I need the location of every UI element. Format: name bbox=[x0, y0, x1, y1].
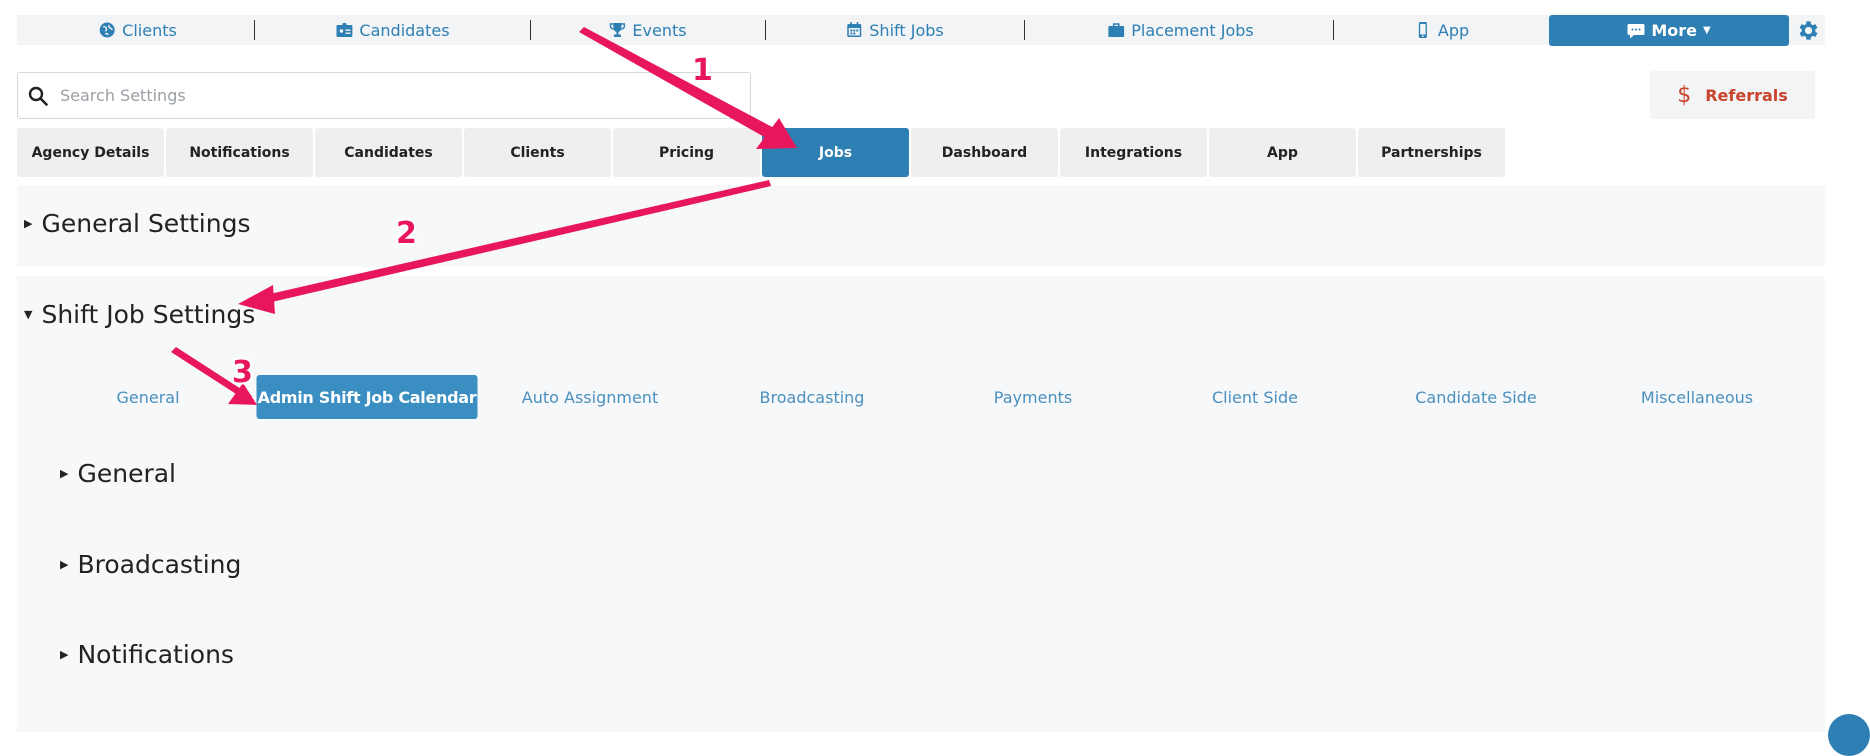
more-label: More bbox=[1651, 21, 1697, 40]
general-settings-title: General Settings bbox=[41, 209, 251, 238]
caret-down-icon: ▼ bbox=[24, 308, 33, 321]
dollar-icon: $ bbox=[1677, 82, 1692, 108]
help-widget-button[interactable] bbox=[1828, 714, 1870, 756]
caret-down-icon: ▼ bbox=[1702, 25, 1711, 36]
tab-integrations[interactable]: Integrations bbox=[1060, 128, 1207, 177]
step-number-2: 2 bbox=[396, 216, 417, 251]
tab-app[interactable]: App bbox=[1209, 128, 1356, 177]
search-bar[interactable] bbox=[17, 72, 751, 119]
nav-candidates-label: Candidates bbox=[359, 20, 450, 40]
mobile-phone-icon bbox=[1418, 22, 1427, 38]
nav-divider bbox=[530, 20, 531, 40]
caret-right-icon: ▶ bbox=[60, 558, 69, 571]
subsection-broadcasting-title: Broadcasting bbox=[77, 550, 242, 579]
more-dropdown-button[interactable]: More ▼ bbox=[1549, 15, 1789, 46]
trophy-icon bbox=[609, 23, 626, 37]
shift-job-settings-panel bbox=[17, 276, 1825, 732]
nav-divider bbox=[1024, 20, 1025, 40]
subtab-client-side[interactable]: Client Side bbox=[1212, 375, 1298, 419]
nav-clients-label: Clients bbox=[122, 20, 177, 40]
caret-right-icon: ▶ bbox=[60, 467, 69, 480]
subsection-general-title: General bbox=[77, 459, 176, 488]
subtab-candidate-side[interactable]: Candidate Side bbox=[1415, 375, 1536, 419]
caret-right-icon: ▶ bbox=[24, 217, 33, 230]
nav-divider bbox=[1333, 20, 1334, 40]
nav-shift-jobs-label: Shift Jobs bbox=[869, 20, 944, 40]
nav-placement-jobs-label: Placement Jobs bbox=[1131, 20, 1254, 40]
shift-job-settings-title: Shift Job Settings bbox=[41, 300, 256, 329]
step-number-1: 1 bbox=[692, 53, 713, 88]
tab-dashboard[interactable]: Dashboard bbox=[911, 128, 1058, 177]
search-input[interactable] bbox=[58, 85, 750, 106]
gear-icon[interactable] bbox=[1795, 18, 1820, 43]
subtab-miscellaneous[interactable]: Miscellaneous bbox=[1641, 375, 1753, 419]
chat-bubble-icon bbox=[1627, 23, 1645, 38]
subtab-broadcasting[interactable]: Broadcasting bbox=[760, 375, 865, 419]
search-icon bbox=[28, 86, 48, 106]
tab-partnerships[interactable]: Partnerships bbox=[1358, 128, 1505, 177]
nav-placement-jobs[interactable]: Placement Jobs bbox=[1108, 15, 1254, 45]
shift-job-settings-header[interactable]: ▼ Shift Job Settings bbox=[24, 300, 255, 329]
calendar-icon bbox=[847, 22, 862, 37]
subtab-admin-shift-job-calendar[interactable]: Admin Shift Job Calendar bbox=[256, 375, 478, 419]
step-number-3: 3 bbox=[232, 355, 253, 390]
nav-candidates[interactable]: Candidates bbox=[336, 15, 450, 45]
referrals-label: Referrals bbox=[1705, 85, 1788, 105]
nav-events-label: Events bbox=[632, 20, 687, 40]
general-settings-header[interactable]: ▶ General Settings bbox=[24, 209, 250, 238]
subtab-payments[interactable]: Payments bbox=[994, 375, 1072, 419]
tab-clients[interactable]: Clients bbox=[464, 128, 611, 177]
general-settings-panel bbox=[17, 185, 1825, 267]
subsection-notifications-header[interactable]: ▶ Notifications bbox=[60, 640, 234, 669]
referrals-button[interactable]: $ Referrals bbox=[1650, 71, 1815, 119]
nav-events[interactable]: Events bbox=[609, 15, 687, 45]
subsection-broadcasting-header[interactable]: ▶ Broadcasting bbox=[60, 550, 241, 579]
globe-icon bbox=[99, 22, 115, 38]
subsection-notifications-title: Notifications bbox=[77, 640, 234, 669]
nav-app[interactable]: App bbox=[1415, 15, 1469, 45]
subsection-general-header[interactable]: ▶ General bbox=[60, 459, 176, 488]
nav-divider bbox=[254, 20, 255, 40]
subtab-general[interactable]: General bbox=[116, 375, 179, 419]
caret-right-icon: ▶ bbox=[60, 648, 69, 661]
nav-clients[interactable]: Clients bbox=[99, 15, 177, 45]
id-card-icon bbox=[336, 23, 353, 37]
tab-notifications[interactable]: Notifications bbox=[166, 128, 313, 177]
shift-job-subtabs: General Admin Shift Job Calendar Auto As… bbox=[30, 375, 1870, 419]
settings-tabs: Agency Details Notifications Candidates … bbox=[17, 128, 1505, 177]
subtab-auto-assignment[interactable]: Auto Assignment bbox=[522, 375, 658, 419]
nav-shift-jobs[interactable]: Shift Jobs bbox=[846, 15, 944, 45]
tab-jobs[interactable]: Jobs bbox=[762, 128, 909, 177]
tab-candidates[interactable]: Candidates bbox=[315, 128, 462, 177]
nav-divider bbox=[765, 20, 766, 40]
nav-app-label: App bbox=[1437, 20, 1470, 40]
tab-pricing[interactable]: Pricing bbox=[613, 128, 760, 177]
tab-agency-details[interactable]: Agency Details bbox=[17, 128, 164, 177]
briefcase-icon bbox=[1108, 23, 1125, 37]
